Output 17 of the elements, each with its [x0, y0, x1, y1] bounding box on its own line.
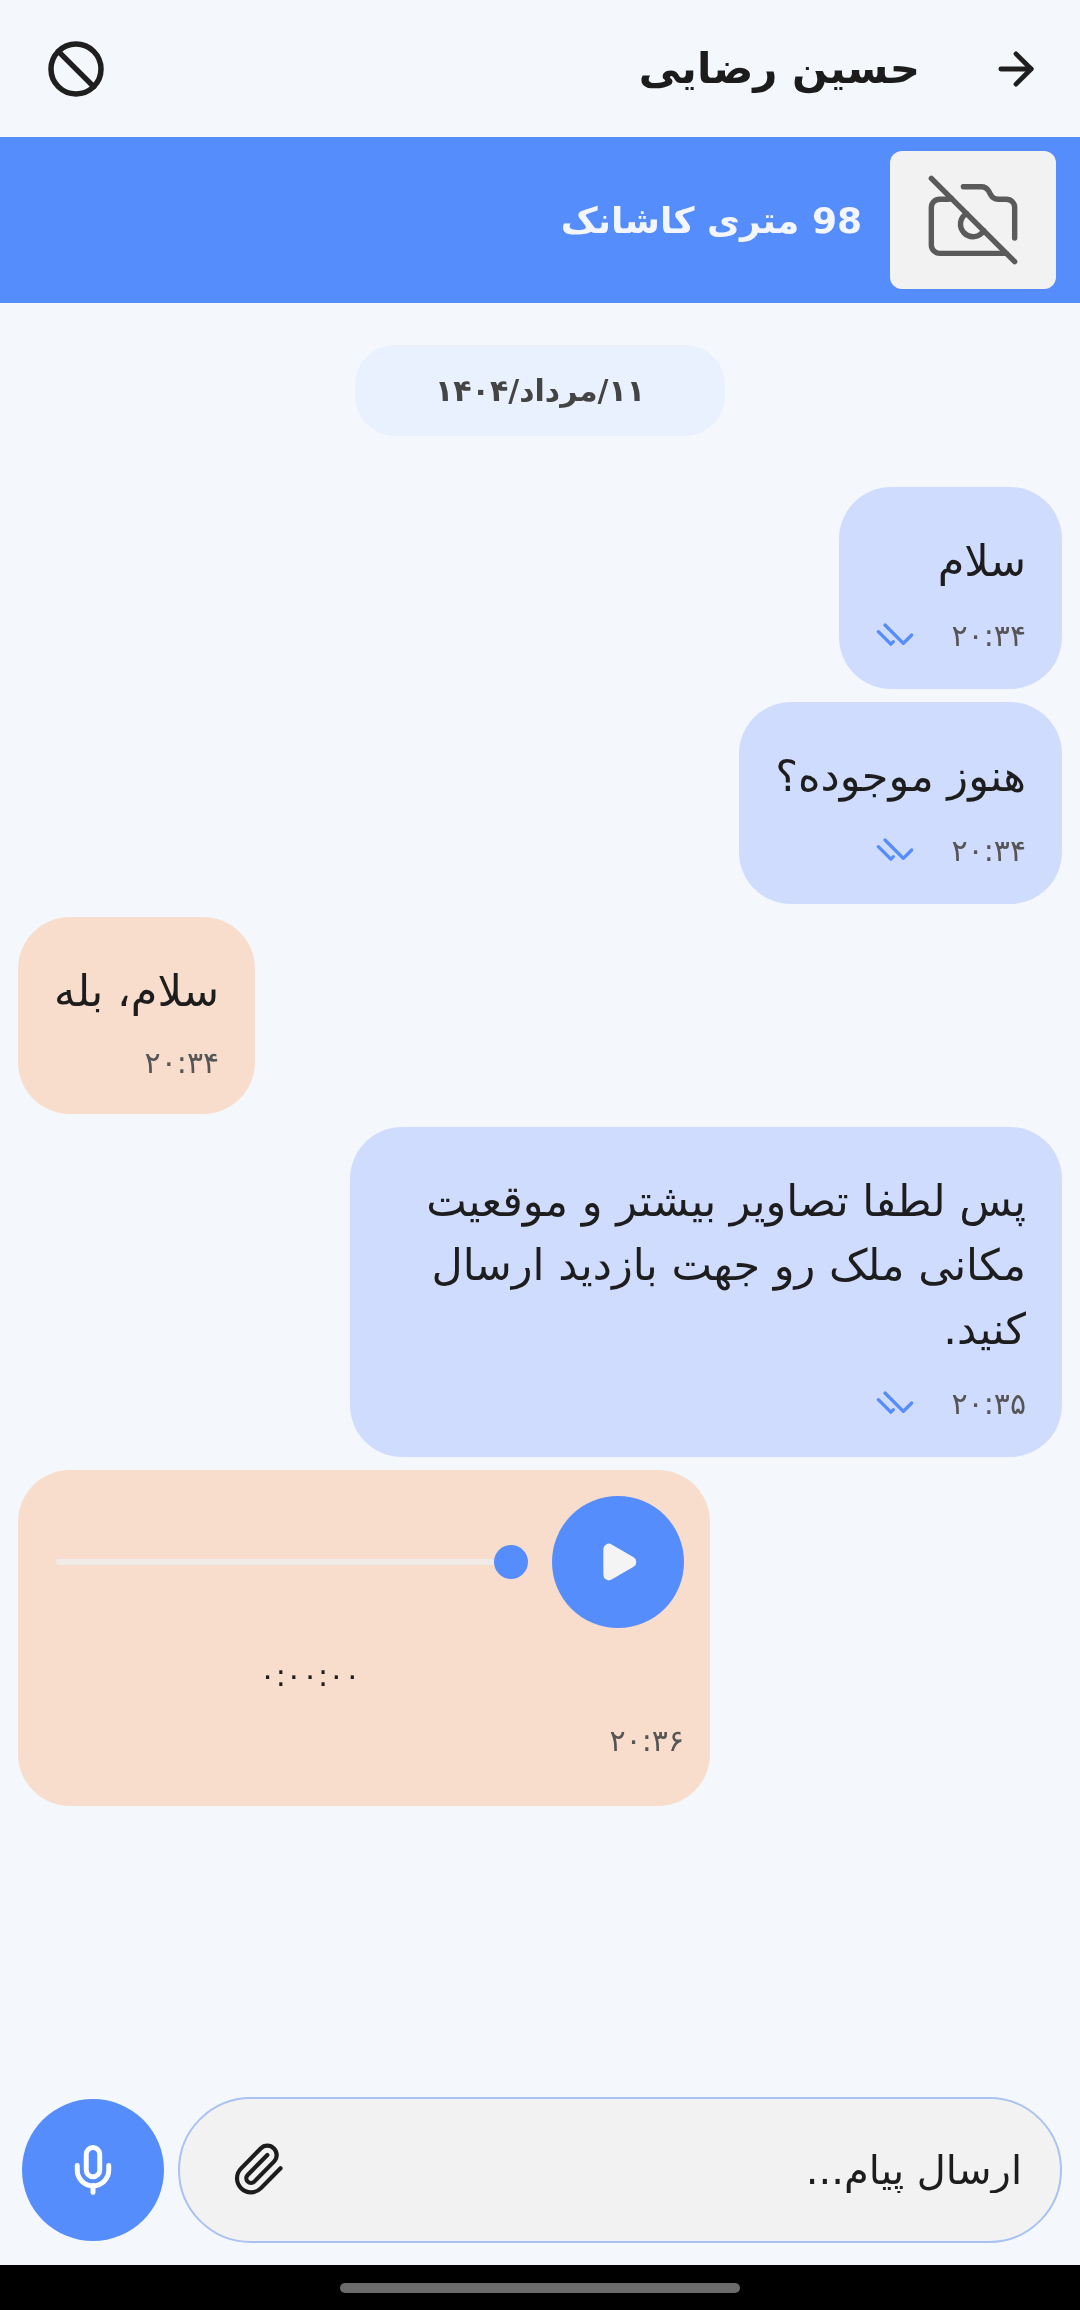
- message-text: پس لطفا تصاویر بیشتر و موقعیت مکانی ملک رو جهت بازدید ارسال کنید.: [425, 1175, 1026, 1356]
- audio-duration: ۰:۰۰:۰۰: [259, 1658, 361, 1693]
- audio-slider[interactable]: [56, 1544, 528, 1580]
- date-chip: ۱۱/مرداد/۱۴۰۴: [354, 345, 726, 436]
- message-text: سلام: [936, 535, 1026, 588]
- message-text: سلام، بله: [54, 965, 220, 1018]
- message-time: ۲۰:۳۴: [951, 617, 1026, 653]
- home-handle[interactable]: [340, 2282, 740, 2293]
- message-time: ۲۰:۳۶: [609, 1723, 684, 1758]
- block-icon: [46, 38, 106, 99]
- listing-banner[interactable]: 98 متری کاشانک: [0, 137, 1080, 303]
- listing-title: 98 متری کاشانک: [560, 199, 862, 241]
- message-text: هنوز موجوده؟: [775, 750, 1026, 804]
- message-time: ۲۰:۳۴: [951, 832, 1026, 868]
- message-time: ۲۰:۳۵: [951, 1385, 1026, 1421]
- contact-name: حسین رضایی: [637, 44, 920, 93]
- message-time: ۲۰:۳۴: [144, 1045, 220, 1080]
